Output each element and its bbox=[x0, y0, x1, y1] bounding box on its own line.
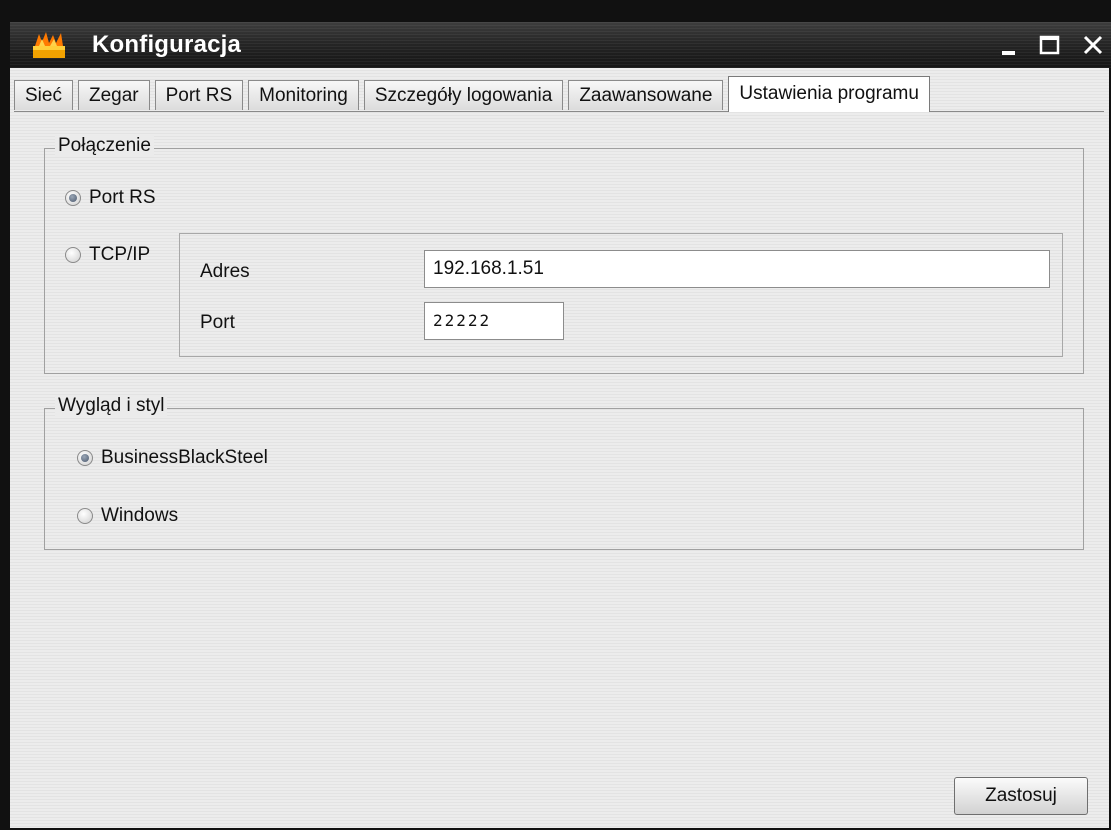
window-title: Konfiguracja bbox=[92, 31, 242, 58]
connection-legend: Połączenie bbox=[55, 135, 154, 157]
radio-windows-label: Windows bbox=[101, 505, 179, 526]
appearance-group: Wygląd i styl BusinessBlackSteel Windows bbox=[44, 395, 1084, 550]
address-input[interactable]: 192.168.1.51 bbox=[424, 250, 1050, 288]
address-label: Adres bbox=[200, 261, 250, 282]
title-bar[interactable]: Konfiguracja bbox=[10, 22, 1111, 68]
tab-siec[interactable]: Sieć bbox=[14, 80, 73, 110]
config-window: Konfiguracja Sieć Zegar Port RS Monitori… bbox=[0, 0, 1111, 830]
tab-monitoring[interactable]: Monitoring bbox=[248, 80, 359, 110]
close-icon[interactable] bbox=[1078, 30, 1108, 60]
port-label: Port bbox=[200, 312, 235, 333]
tab-szczegoly-logowania[interactable]: Szczegóły logowania bbox=[363, 80, 564, 110]
radio-business-black-steel-label: BusinessBlackSteel bbox=[101, 447, 268, 468]
tab-zaawansowane[interactable]: Zaawansowane bbox=[568, 80, 724, 110]
radio-port-rs-indicator[interactable] bbox=[65, 190, 81, 206]
port-input[interactable]: 22222 bbox=[424, 302, 564, 340]
apply-button[interactable]: Zastosuj bbox=[954, 777, 1088, 815]
tcp-settings-box: Adres 192.168.1.51 Port 22222 bbox=[179, 233, 1063, 357]
tab-port-rs[interactable]: Port RS bbox=[154, 80, 244, 110]
radio-tcp-ip-label: TCP/IP bbox=[89, 244, 151, 265]
appearance-legend: Wygląd i styl bbox=[55, 395, 168, 417]
radio-tcp-ip-indicator[interactable] bbox=[65, 247, 81, 263]
radio-port-rs-label: Port RS bbox=[89, 187, 156, 208]
tab-zegar[interactable]: Zegar bbox=[77, 80, 150, 110]
radio-tcp-ip[interactable]: TCP/IP bbox=[65, 244, 150, 266]
minimize-icon[interactable] bbox=[995, 30, 1025, 60]
maximize-icon[interactable] bbox=[1035, 30, 1065, 60]
tab-ustawienia-programu[interactable]: Ustawienia programu bbox=[728, 76, 930, 112]
radio-business-black-steel-indicator[interactable] bbox=[77, 450, 93, 466]
tab-panel-ustawienia-programu: Połączenie Port RS TCP/IP Adres 192.168.… bbox=[14, 111, 1104, 823]
radio-port-rs[interactable]: Port RS bbox=[65, 187, 156, 209]
radio-windows-indicator[interactable] bbox=[77, 508, 93, 524]
tab-strip: Sieć Zegar Port RS Monitoring Szczegóły … bbox=[14, 76, 935, 112]
radio-windows[interactable]: Windows bbox=[77, 505, 178, 527]
flame-app-icon bbox=[33, 32, 65, 58]
radio-business-black-steel[interactable]: BusinessBlackSteel bbox=[77, 447, 268, 469]
client-area: Sieć Zegar Port RS Monitoring Szczegóły … bbox=[10, 68, 1109, 828]
connection-group: Połączenie Port RS TCP/IP Adres 192.168.… bbox=[44, 135, 1084, 374]
